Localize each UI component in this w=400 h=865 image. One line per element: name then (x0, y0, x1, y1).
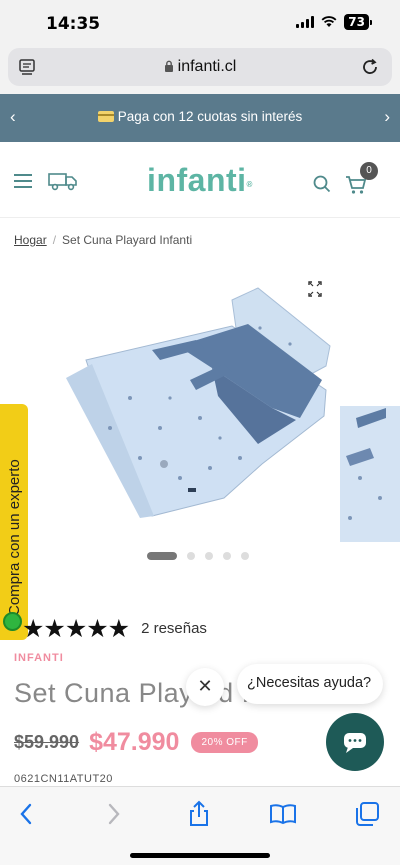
product-rating[interactable]: ★★★★★ 2 reseñas (22, 614, 207, 643)
address-bar[interactable]: infanti.cl (8, 48, 392, 86)
promo-text: Paga con 12 cuotas sin interés (117, 109, 303, 124)
chat-close-button[interactable]: ✕ (186, 668, 224, 706)
product-image-gallery[interactable] (0, 268, 400, 548)
credit-card-icon (97, 111, 114, 122)
logo-text: infanti (147, 162, 247, 198)
signal-icon (296, 16, 315, 28)
close-icon: ✕ (197, 676, 213, 696)
product-main-image (66, 287, 331, 518)
gallery-dot[interactable] (205, 552, 213, 560)
gallery-dot[interactable] (187, 552, 195, 560)
rating-stars-icon: ★★★★★ (22, 614, 130, 643)
back-icon[interactable] (12, 799, 42, 829)
site-header: infanti® 0 (0, 142, 400, 218)
gallery-pagination (147, 552, 249, 560)
product-brand[interactable]: INFANTI (14, 652, 64, 664)
chat-icon (344, 733, 366, 753)
expert-shopping-tab[interactable]: Compra con un experto (0, 404, 28, 640)
share-icon[interactable] (184, 799, 214, 829)
bookmarks-icon[interactable] (268, 799, 298, 829)
chat-prompt-text: ¿Necesitas ayuda? (247, 675, 372, 691)
expert-tab-label: Compra con un experto (6, 459, 23, 616)
breadcrumb-current: Set Cuna Playard Infanti (62, 233, 193, 247)
gallery-dot-active[interactable] (147, 552, 177, 560)
sale-price: $47.990 (89, 728, 180, 756)
wifi-icon (321, 16, 337, 27)
discount-badge: 20% OFF (191, 732, 258, 753)
breadcrumb: Hogar / Set Cuna Playard Infanti (14, 233, 192, 247)
original-price: $59.990 (14, 732, 80, 752)
reload-icon[interactable] (360, 57, 380, 77)
url-text: infanti.cl (177, 58, 237, 75)
gallery-dot[interactable] (223, 552, 231, 560)
browser-address-area: infanti.cl (0, 46, 400, 94)
gallery-dot[interactable] (241, 552, 249, 560)
battery-tip (370, 19, 372, 25)
status-time: 14:35 (46, 14, 101, 34)
logo-trademark: ® (246, 180, 253, 189)
browser-toolbar (0, 786, 400, 865)
status-indicators: 73 (296, 14, 372, 30)
status-bar: 14:35 73 (0, 0, 400, 46)
chat-prompt-bubble[interactable]: ¿Necesitas ayuda? (237, 664, 383, 704)
cart-count-badge: 0 (360, 162, 378, 180)
chat-button[interactable] (326, 713, 384, 771)
battery-indicator: 73 (344, 14, 369, 30)
site-logo[interactable]: infanti® (0, 162, 400, 199)
search-icon[interactable] (313, 175, 331, 193)
product-next-image-preview (340, 406, 400, 542)
promo-message: Paga con 12 cuotas sin interés (0, 109, 400, 124)
online-status-icon (3, 612, 22, 631)
expand-icon[interactable] (300, 276, 330, 302)
tabs-icon[interactable] (352, 799, 382, 829)
breadcrumb-home-link[interactable]: Hogar (14, 233, 47, 247)
promo-next-icon[interactable]: › (384, 107, 390, 127)
product-prices: $59.990 $47.990 20% OFF (14, 728, 258, 757)
lock-icon (164, 60, 173, 72)
url-display[interactable]: infanti.cl (8, 58, 392, 76)
product-sku: 0621CN11ATUT20 (14, 773, 113, 785)
home-indicator (130, 853, 270, 858)
promo-banner: ‹ Paga con 12 cuotas sin interés › (0, 94, 400, 142)
forward-icon[interactable] (98, 799, 128, 829)
breadcrumb-separator: / (52, 233, 57, 247)
reviews-count[interactable]: 2 reseñas (141, 620, 207, 637)
